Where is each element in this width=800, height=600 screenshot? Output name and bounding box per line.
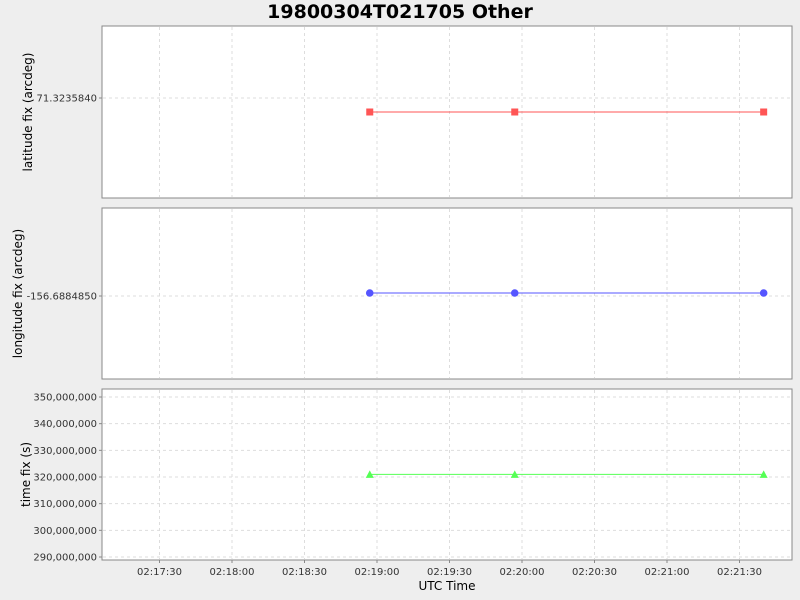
- y-tick-label: 290,000,000: [33, 553, 97, 564]
- panel-time: 290,000,000 300,000,000 310,000,000 320,000…: [19, 388, 793, 564]
- x-tick-label: 02:21:00: [645, 567, 690, 578]
- data-point: [760, 108, 768, 116]
- data-point: [366, 108, 374, 116]
- panel-longitude: -156.6884850longitude fix (arcdeg): [11, 207, 793, 380]
- data-point: [511, 108, 519, 116]
- y-tick-label: -156.6884850: [27, 292, 97, 303]
- chart-plots: 71.3235840latitude fix (arcdeg)-156.6884…: [11, 25, 793, 593]
- y-tick-label: 310,000,000: [33, 499, 97, 510]
- y-tick-label: 350,000,000: [33, 393, 97, 404]
- panel-latitude: 71.3235840latitude fix (arcdeg): [21, 25, 793, 199]
- x-axis-label: UTC Time: [419, 579, 476, 593]
- y-tick-label: 330,000,000: [33, 446, 97, 457]
- x-tick-label: 02:18:30: [282, 567, 327, 578]
- chart-canvas: 71.3235840 latitude fix (arcdeg) -156.6884…: [0, 0, 800, 600]
- x-tick-label: 02:19:30: [427, 567, 472, 578]
- x-tick-label: 02:20:00: [500, 567, 545, 578]
- x-tick-label: 02:20:30: [572, 567, 617, 578]
- data-point: [759, 289, 768, 297]
- y-axis-label-latitude: latitude fix (arcdeg): [21, 53, 35, 172]
- y-tick-label: 340,000,000: [33, 419, 97, 430]
- y-axis-label-time: time fix (s): [19, 442, 33, 507]
- y-tick-label: 71.3235840: [37, 94, 97, 105]
- chart-title: 19800304T021705 Other: [267, 1, 533, 23]
- y-axis-label-longitude: longitude fix (arcdeg): [11, 229, 25, 358]
- x-tick-label: 02:17:30: [137, 567, 182, 578]
- data-point: [510, 289, 519, 297]
- x-tick-label: 02:21:30: [717, 567, 762, 578]
- y-tick-label: 300,000,000: [33, 526, 97, 537]
- x-tick-label: 02:19:00: [355, 567, 400, 578]
- data-point: [365, 289, 374, 297]
- x-tick-label: 02:18:00: [210, 567, 255, 578]
- y-tick-label: 320,000,000: [33, 473, 97, 484]
- x-axis: 02:17:30 02:18:00 02:18:30 02:19:00 02:19:30…: [137, 560, 762, 593]
